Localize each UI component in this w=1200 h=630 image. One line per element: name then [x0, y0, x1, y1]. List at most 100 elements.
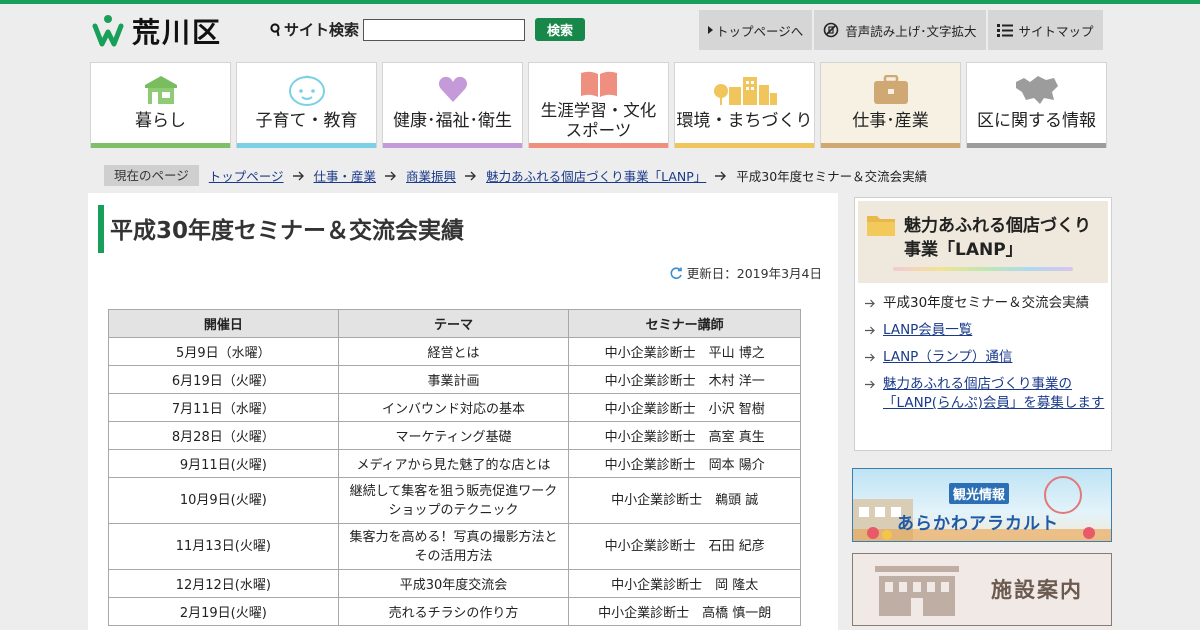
site-search: サイト検索 検索 — [270, 18, 586, 41]
sidebar-item-label: 平成30年度セミナー＆交流会実績 — [883, 295, 1090, 311]
table-cell-date: 8月28日（火曜） — [108, 421, 339, 450]
main-content: 平成30年度セミナー＆交流会実績 更新日：2019年3月4日 開催日 テーマ セ… — [88, 193, 838, 630]
table-cell-date: 10月9日(火曜) — [108, 477, 339, 524]
table-cell-lecturer: 中小企業診断士 高橋 慎一朗 — [568, 597, 801, 626]
table-cell-lecturer: 中小企業診断士 小沢 智樹 — [568, 393, 801, 422]
table-cell-lecturer: 中小企業診断士 平山 博之 — [568, 337, 801, 366]
arrow-right-icon — [865, 294, 883, 308]
breadcrumb-link-lanp[interactable]: 魅力あふれる個店づくり事業「LANP」 — [486, 166, 706, 185]
table-row: 2月19日(火曜) 売れるチラシの作り方 中小企業診断士 高橋 慎一朗 — [108, 597, 801, 626]
table-cell-date: 12月12日(水曜) — [108, 569, 339, 598]
utility-accessibility-link[interactable]: 音声読み上げ･文字拡大 — [814, 10, 986, 50]
table-cell-theme: インバウンド対応の基本 — [337, 393, 570, 422]
category-ward-info[interactable]: 区に関する情報 — [966, 62, 1107, 148]
refresh-icon — [670, 266, 682, 279]
utility-accessibility-label: 音声読み上げ･文字拡大 — [845, 23, 977, 39]
utility-top-label: トップページへ — [716, 23, 804, 39]
sidebar-item-members[interactable]: LANP会員一覧 — [865, 321, 1105, 340]
sidebar-header: 魅力あふれる個店づくり事業「LANP」 — [858, 201, 1108, 283]
utility-sitemap-label: サイトマップ — [1018, 23, 1094, 39]
table-cell-theme: 経営とは — [337, 337, 570, 366]
page-title: 平成30年度セミナー＆交流会実績 — [110, 218, 465, 244]
table-cell-lecturer: 中小企業診断士 石田 紀彦 — [568, 523, 801, 570]
table-cell-lecturer: 中小企業診断士 鵜頭 誠 — [568, 477, 801, 524]
category-childcare-bar — [237, 143, 376, 148]
category-learning[interactable]: 生涯学習・文化 スポーツ — [528, 62, 669, 148]
table-cell-date: 11月13日(火曜) — [108, 523, 339, 570]
triangle-right-icon — [708, 26, 713, 34]
logo-mark-icon — [92, 15, 124, 47]
category-health[interactable]: 健康･福祉･衛生 — [382, 62, 523, 148]
table-cell-date: 7月11日（水曜） — [108, 393, 339, 422]
arrow-right-icon — [465, 171, 477, 181]
search-button[interactable]: 検索 — [535, 18, 586, 41]
house-icon — [143, 73, 179, 107]
category-living[interactable]: 暮らし — [90, 62, 231, 148]
category-environment[interactable]: 環境・まちづくり — [674, 62, 815, 148]
breadcrumb-link-top[interactable]: トップページ — [209, 166, 284, 185]
sidebar-item-label[interactable]: LANP（ランプ）通信 — [883, 348, 1012, 367]
accessibility-icon — [823, 22, 839, 38]
heart-icon — [438, 73, 468, 107]
category-living-bar — [91, 143, 230, 148]
table-row: 8月28日（火曜） マーケティング基礎 中小企業診断士 高室 真生 — [108, 421, 801, 450]
sidebar-item-label[interactable]: 魅力あふれる個店づくり事業の「LANP(らんぷ)会員」を募集します — [883, 375, 1105, 413]
table-cell-theme: 継続して集客を狙う販売促進ワークショップのテクニック — [337, 477, 570, 524]
category-ward-info-label: 区に関する情報 — [977, 111, 1096, 131]
table-cell-date: 2月19日(火曜) — [108, 597, 339, 626]
sidebar-title: 魅力あふれる個店づくり事業「LANP」 — [904, 216, 1091, 260]
table-cell-lecturer: 中小企業診断士 木村 洋一 — [568, 365, 801, 394]
table-cell-date: 5月9日（水曜） — [108, 337, 339, 366]
facilities-banner[interactable]: 施設案内 — [852, 553, 1112, 626]
utility-sitemap-link[interactable]: サイトマップ — [987, 10, 1103, 50]
category-work[interactable]: 仕事･産業 — [820, 62, 961, 148]
category-environment-bar — [675, 143, 814, 148]
utility-nav: トップページへ 音声読み上げ･文字拡大 サイトマップ — [699, 10, 1105, 50]
site-logo[interactable]: 荒川区 — [92, 14, 223, 49]
sidebar-lanp-menu: 魅力あふれる個店づくり事業「LANP」 平成30年度セミナー＆交流会実績 LAN… — [854, 197, 1112, 451]
table-header-theme: テーマ — [337, 309, 570, 338]
building-icon — [875, 566, 959, 616]
category-childcare-label: 子育て・教育 — [255, 111, 358, 131]
category-childcare[interactable]: 子育て・教育 — [236, 62, 377, 148]
category-work-label: 仕事･産業 — [852, 111, 929, 131]
facilities-banner-label: 施設案内 — [991, 578, 1083, 602]
arrow-right-icon — [865, 375, 883, 389]
utility-top-link[interactable]: トップページへ — [699, 10, 813, 50]
table-header-lecturer: セミナー講師 — [568, 309, 801, 338]
table-row: 7月11日（水曜） インバウンド対応の基本 中小企業診断士 小沢 智樹 — [108, 393, 801, 422]
category-health-bar — [383, 143, 522, 148]
breadcrumb-here-label: 現在のページ — [104, 165, 199, 186]
table-cell-theme: マーケティング基礎 — [337, 421, 570, 450]
sidebar-item-newsletter[interactable]: LANP（ランプ）通信 — [865, 348, 1105, 367]
table-row: 12月12日(水曜) 平成30年度交流会 中小企業診断士 岡 隆太 — [108, 569, 801, 598]
search-label-text: サイト検索 — [284, 21, 360, 39]
arrow-right-icon — [292, 171, 305, 181]
search-input[interactable] — [363, 18, 526, 41]
breadcrumb-link-commerce[interactable]: 商業振興 — [406, 166, 456, 185]
category-living-label: 暮らし — [135, 111, 186, 131]
folder-icon — [867, 216, 895, 236]
top-accent-bar — [0, 0, 1200, 4]
table-cell-theme: 売れるチラシの作り方 — [337, 597, 570, 626]
table-cell-date: 6月19日（火曜） — [108, 365, 339, 394]
table-cell-theme: 集客力を高める！写真の撮影方法とその活用方法 — [337, 523, 570, 570]
sidebar-item-current: 平成30年度セミナー＆交流会実績 — [865, 294, 1105, 313]
tourism-banner-subtitle: 観光情報 — [949, 483, 1010, 504]
city-icon — [713, 73, 777, 107]
tourism-banner[interactable]: 観光情報 あらかわアラカルト — [852, 468, 1112, 542]
category-health-label: 健康･福祉･衛生 — [393, 111, 512, 131]
table-cell-lecturer: 中小企業診断士 岡本 陽介 — [568, 449, 801, 478]
sidebar-item-recruit[interactable]: 魅力あふれる個店づくり事業の「LANP(らんぷ)会員」を募集します — [865, 375, 1105, 413]
site-name: 荒川区 — [132, 16, 223, 49]
briefcase-icon — [873, 73, 909, 107]
arrow-right-icon — [865, 348, 883, 362]
table-header-date: 開催日 — [108, 309, 339, 338]
category-work-bar — [821, 143, 960, 148]
arrow-right-icon — [865, 321, 883, 335]
category-learning-label: 生涯学習・文化 スポーツ — [540, 101, 657, 140]
sidebar-item-label[interactable]: LANP会員一覧 — [883, 321, 972, 340]
category-nav: 暮らし 子育て・教育 健康･福祉･衛生 生涯学習・文化 スポーツ 環境・まちづくり — [90, 62, 1112, 148]
breadcrumb-link-work[interactable]: 仕事・産業 — [314, 166, 377, 185]
tourism-banner-title: あらかわアラカルト — [897, 514, 1059, 534]
